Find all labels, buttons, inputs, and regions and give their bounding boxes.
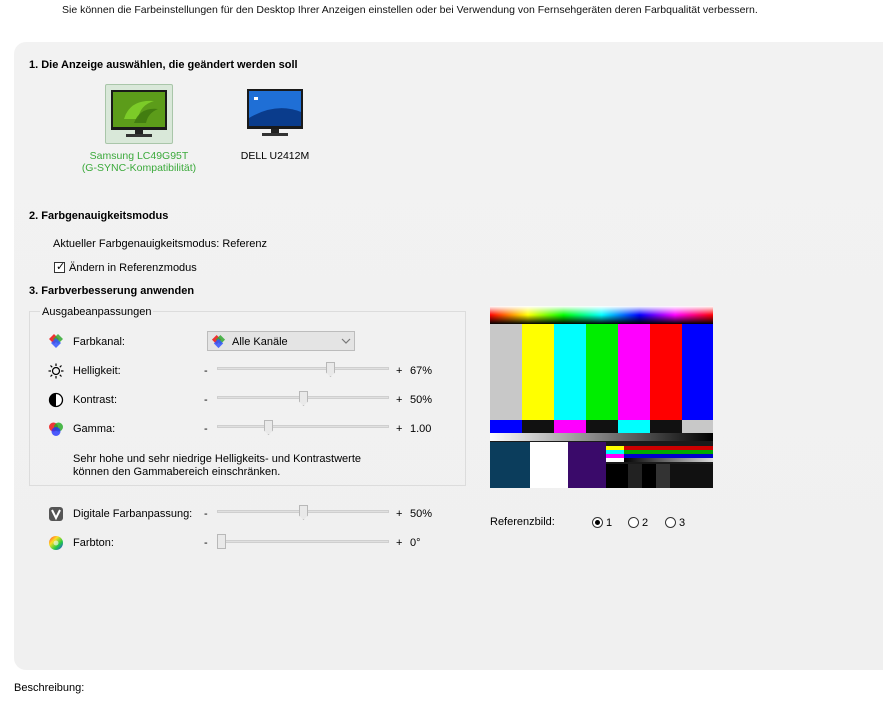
reference-radio-1[interactable] xyxy=(592,517,603,528)
contrast-plus: + xyxy=(396,394,403,406)
slider-track xyxy=(217,425,389,428)
slider-thumb[interactable] xyxy=(299,391,308,406)
note-line: Sehr hohe und sehr niedrige Helligkeits-… xyxy=(73,453,361,465)
digital-vibrance-plus: + xyxy=(396,508,403,520)
digital-vibrance-minus: - xyxy=(204,508,208,520)
gamma-slider[interactable] xyxy=(217,419,389,437)
digital-vibrance-icon xyxy=(49,507,63,521)
slider-track xyxy=(217,367,389,370)
hue-plus: + xyxy=(396,537,403,549)
reference-radio-3-label[interactable]: 3 xyxy=(679,517,685,529)
channel-value: Alle Kanäle xyxy=(232,336,288,348)
color-channel-icon xyxy=(211,334,226,349)
brightness-plus: + xyxy=(396,365,403,377)
check-icon: ✓ xyxy=(56,261,66,273)
current-mode-text: Aktueller Farbgenauigkeitsmodus: Referen… xyxy=(53,238,268,250)
digital-vibrance-value: 50% xyxy=(410,508,433,520)
contrast-slider[interactable] xyxy=(217,390,389,408)
contrast-value: 50% xyxy=(410,394,433,406)
reference-radio-2[interactable] xyxy=(628,517,639,528)
section3-title: 3. Farbverbesserung anwenden xyxy=(29,285,195,297)
monitor-icon xyxy=(111,90,167,137)
monitor-icon xyxy=(247,89,303,136)
color-channel-icon xyxy=(49,334,63,348)
range-note: Sehr hohe und sehr niedrige Helligkeits-… xyxy=(73,453,361,479)
slider-thumb[interactable] xyxy=(326,362,335,377)
slider-thumb[interactable] xyxy=(217,534,226,549)
hue-icon xyxy=(49,536,63,550)
description-label: Beschreibung: xyxy=(14,682,85,694)
slider-thumb[interactable] xyxy=(264,420,273,435)
brightness-label: Helligkeit: xyxy=(73,365,121,377)
gamma-icon xyxy=(49,422,63,436)
group-legend: Ausgabeanpassungen xyxy=(40,306,154,318)
contrast-label: Kontrast: xyxy=(73,394,118,406)
section2-title: 2. Farbgenauigkeitsmodus xyxy=(29,210,169,222)
gamma-label: Gamma: xyxy=(73,423,116,435)
reference-mode-checkbox[interactable]: ✓ xyxy=(54,261,66,273)
display-subtitle: (G-SYNC-Kompatibilität) xyxy=(81,162,197,174)
contrast-minus: - xyxy=(204,394,208,406)
channel-label: Farbkanal: xyxy=(73,336,125,348)
display-tile-samsung[interactable] xyxy=(105,84,173,144)
display-label-samsung[interactable]: Samsung LC49G95T (G-SYNC-Kompatibilität) xyxy=(72,150,206,174)
digital-vibrance-slider[interactable] xyxy=(217,504,389,522)
hue-label: Farbton: xyxy=(73,537,114,549)
brightness-icon xyxy=(48,363,64,379)
digital-vibrance-label: Digitale Farbanpassung: xyxy=(73,508,193,520)
brightness-value: 67% xyxy=(410,365,433,377)
section1-title: 1. Die Anzeige auswählen, die geändert w… xyxy=(29,59,298,71)
display-name: Samsung LC49G95T xyxy=(89,150,189,162)
brightness-slider[interactable] xyxy=(217,361,389,379)
hue-minus: - xyxy=(204,537,208,549)
reference-radio-1-label[interactable]: 1 xyxy=(606,517,612,529)
display-tile-dell[interactable] xyxy=(242,84,308,142)
slider-thumb[interactable] xyxy=(299,505,308,520)
reference-test-pattern-image xyxy=(490,306,713,488)
gamma-minus: - xyxy=(204,423,208,435)
chevron-down-icon xyxy=(341,338,351,344)
channel-dropdown[interactable]: Alle Kanäle xyxy=(207,331,355,351)
hue-value: 0° xyxy=(410,537,421,549)
reference-radio-3[interactable] xyxy=(665,517,676,528)
gamma-plus: + xyxy=(396,423,403,435)
intro-text: Sie können die Farbeinstellungen für den… xyxy=(62,4,758,16)
slider-track xyxy=(217,540,389,543)
reference-radio-2-label[interactable]: 2 xyxy=(642,517,648,529)
reference-image-label: Referenzbild: xyxy=(490,516,555,528)
contrast-icon xyxy=(48,392,64,408)
reference-mode-label[interactable]: Ändern in Referenzmodus xyxy=(69,262,197,274)
hue-slider[interactable] xyxy=(217,533,389,551)
note-line: können den Gammabereich einschränken. xyxy=(73,466,281,478)
display-label-dell[interactable]: DELL U2412M xyxy=(226,150,324,162)
gamma-value: 1.00 xyxy=(410,423,432,435)
display-name: DELL U2412M xyxy=(240,150,310,162)
brightness-minus: - xyxy=(204,365,208,377)
